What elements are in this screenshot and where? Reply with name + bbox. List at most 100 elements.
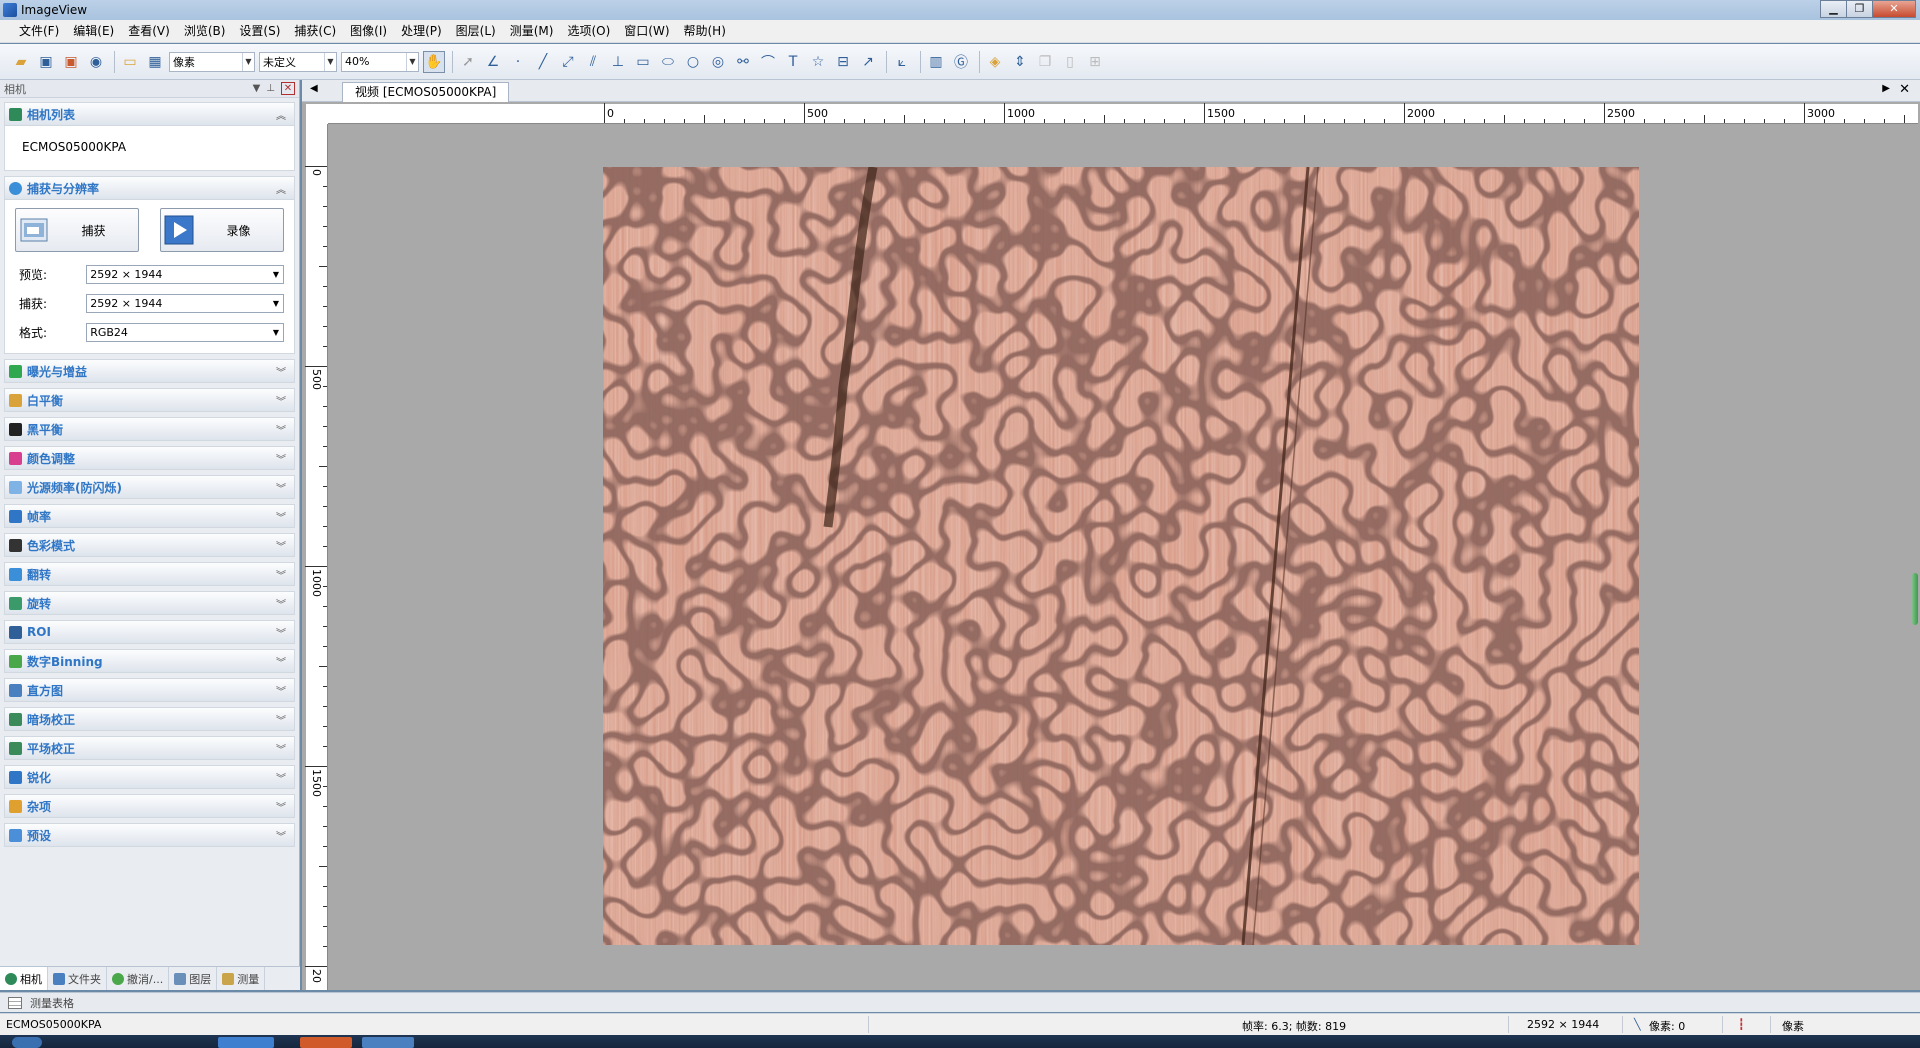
menu-process[interactable]: 处理(P) (394, 20, 449, 43)
chevron-up-icon[interactable]: ︽ (276, 181, 286, 196)
menu-file[interactable]: 文件(F) (12, 20, 66, 43)
line-tool-icon[interactable]: ╱ (532, 51, 554, 73)
tab-undo[interactable]: 撤消/... (107, 967, 170, 990)
section-capture-resolution[interactable]: 捕获与分辨率 ︽ (4, 176, 295, 200)
taskbar-item[interactable] (362, 1037, 414, 1048)
calibration-icon[interactable]: ⟀ (891, 51, 913, 73)
menu-layer[interactable]: 图层(L) (449, 20, 503, 43)
menu-browse[interactable]: 浏览(B) (177, 20, 233, 43)
section-17[interactable]: 预设 ︾ (4, 823, 295, 847)
section-1[interactable]: 曝光与增益 ︾ (4, 359, 295, 383)
chevron-down-icon[interactable]: ︾ (276, 712, 286, 727)
section-7[interactable]: 色彩模式 ︾ (4, 533, 295, 557)
tab-measure[interactable]: 测量 (217, 967, 266, 990)
section-2[interactable]: 白平衡 ︾ (4, 388, 295, 412)
chevron-down-icon[interactable]: ︾ (276, 451, 286, 466)
pin-icon[interactable]: ⊥ (266, 83, 275, 94)
paste-icon[interactable]: ▯ (1059, 51, 1081, 73)
chevron-down-icon[interactable]: ︾ (276, 625, 286, 640)
format-select[interactable]: RGB24 ▼ (86, 323, 284, 342)
menu-view[interactable]: 查看(V) (121, 20, 177, 43)
record-button[interactable]: 录像 (160, 208, 284, 252)
chevron-down-icon[interactable]: ︾ (276, 683, 286, 698)
tab-video[interactable]: 视频 [ECMOS05000KPA] (342, 82, 510, 102)
minimize-button[interactable]: ▁ (1820, 0, 1847, 18)
scroll-right-icon[interactable]: ▶ (1882, 83, 1890, 94)
zoom-select[interactable]: 40% ▼ (341, 51, 419, 72)
arc-tool-icon[interactable]: ⌒ (757, 51, 779, 73)
capture-button[interactable]: 捕获 (15, 208, 139, 252)
section-12[interactable]: 直方图 ︾ (4, 678, 295, 702)
panel-close-icon[interactable]: ✕ (281, 82, 295, 95)
layers-icon[interactable]: ◈ (984, 51, 1006, 73)
chevron-down-icon[interactable]: ︾ (276, 828, 286, 843)
section-10[interactable]: ROI ︾ (4, 620, 295, 644)
chevron-down-icon[interactable]: ︾ (276, 393, 286, 408)
menu-image[interactable]: 图像(I) (343, 20, 394, 43)
section-15[interactable]: 锐化 ︾ (4, 765, 295, 789)
close-tab-icon[interactable]: ✕ (1899, 82, 1910, 97)
menu-edit[interactable]: 编辑(E) (66, 20, 121, 43)
export-icon[interactable]: ⊞ (1084, 51, 1106, 73)
point-tool-icon[interactable]: · (507, 51, 529, 73)
menu-settings[interactable]: 设置(S) (232, 20, 287, 43)
panel-menu-icon[interactable]: ▼ (253, 83, 261, 94)
menu-help[interactable]: 帮助(H) (677, 20, 733, 43)
hand-tool-icon[interactable]: ✋ (423, 50, 445, 73)
arrow-line-tool-icon[interactable]: ⤢ (557, 51, 579, 73)
arrow-tool-icon[interactable]: ↗ (857, 51, 879, 73)
section-8[interactable]: 翻转 ︾ (4, 562, 295, 586)
section-6[interactable]: 帧率 ︾ (4, 504, 295, 528)
polygon-tool-icon[interactable]: ☆ (807, 51, 829, 73)
tab-folder[interactable]: 文件夹 (48, 967, 107, 990)
measurement-table-tab[interactable]: 测量表格 (0, 992, 1920, 1012)
concentric-tool-icon[interactable]: ◎ (707, 51, 729, 73)
chevron-up-icon[interactable]: ︽ (276, 107, 286, 122)
start-button[interactable] (12, 1037, 42, 1048)
g-icon[interactable]: Ⓖ (950, 51, 972, 73)
tab-camera[interactable]: 相机 (0, 967, 48, 990)
taskbar-item[interactable] (218, 1037, 274, 1048)
section-5[interactable]: 光源频率(防闪烁) ︾ (4, 475, 295, 499)
angle-tool-icon[interactable]: ∠ (482, 51, 504, 73)
menu-window[interactable]: 窗口(W) (617, 20, 676, 43)
chevron-down-icon[interactable]: ︾ (276, 422, 286, 437)
chevron-down-icon[interactable]: ︾ (276, 741, 286, 756)
select-arrow-icon[interactable]: ➚ (457, 51, 479, 73)
folder-icon[interactable]: ▭ (119, 51, 141, 73)
section-14[interactable]: 平场校正 ︾ (4, 736, 295, 760)
ellipse-tool-icon[interactable]: ⬭ (657, 51, 679, 73)
chevron-down-icon[interactable]: ︾ (276, 480, 286, 495)
capture-resolution-select[interactable]: 2592 × 1944 ▼ (86, 294, 284, 313)
section-16[interactable]: 杂项 ︾ (4, 794, 295, 818)
section-3[interactable]: 黑平衡 ︾ (4, 417, 295, 441)
parallel-tool-icon[interactable]: ⫽ (582, 51, 604, 73)
chevron-down-icon[interactable]: ︾ (276, 364, 286, 379)
scale-bar-tool-icon[interactable]: ⊟ (832, 51, 854, 73)
chevron-down-icon[interactable]: ︾ (276, 538, 286, 553)
align-icon[interactable]: ⇕ (1009, 51, 1031, 73)
chevron-down-icon[interactable]: ︾ (276, 799, 286, 814)
preview-resolution-select[interactable]: 2592 × 1944 ▼ (86, 265, 284, 284)
menu-options[interactable]: 选项(O) (560, 20, 617, 43)
maximize-button[interactable]: ❐ (1846, 0, 1873, 18)
section-4[interactable]: 颜色调整 ︾ (4, 446, 295, 470)
open-folder-icon[interactable]: ▰ (10, 51, 32, 73)
section-9[interactable]: 旋转 ︾ (4, 591, 295, 615)
section-13[interactable]: 暗场校正 ︾ (4, 707, 295, 731)
menu-capture[interactable]: 捕获(C) (287, 20, 343, 43)
chevron-down-icon[interactable]: ︾ (276, 567, 286, 582)
rectangle-tool-icon[interactable]: ▭ (632, 51, 654, 73)
circle-tool-icon[interactable]: ○ (682, 51, 704, 73)
taskbar-item[interactable] (300, 1037, 352, 1048)
two-circles-tool-icon[interactable]: ⚯ (732, 51, 754, 73)
save-all-icon[interactable]: ▣ (60, 51, 82, 73)
bar-chart-icon[interactable]: ▥ (925, 51, 947, 73)
chevron-down-icon[interactable]: ︾ (276, 770, 286, 785)
section-camera-list[interactable]: 相机列表 ︽ (4, 102, 295, 126)
scroll-left-icon[interactable]: ◀ (310, 83, 318, 94)
text-tool-icon[interactable]: T (782, 51, 804, 73)
section-11[interactable]: 数字Binning ︾ (4, 649, 295, 673)
close-window-button[interactable]: ✕ (1872, 0, 1916, 18)
save-icon[interactable]: ▣ (35, 51, 57, 73)
